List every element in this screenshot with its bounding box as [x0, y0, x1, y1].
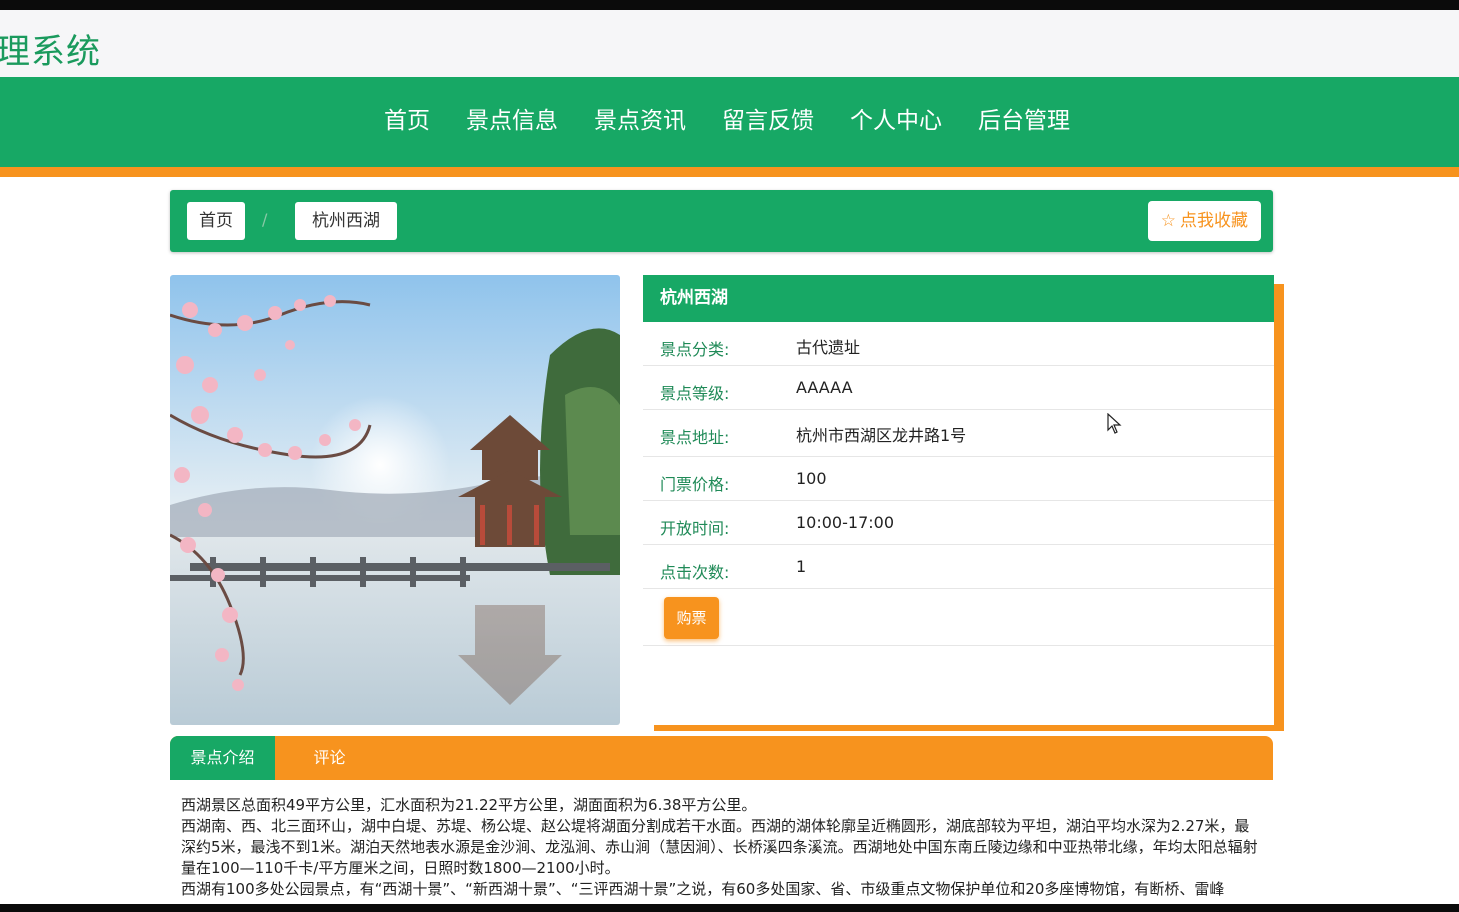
- tab-introduction[interactable]: 景点介绍: [170, 736, 275, 780]
- nav-item-profile[interactable]: 个人中心: [850, 101, 942, 135]
- breadcrumb-home[interactable]: 首页: [187, 202, 245, 240]
- scenic-info-card: 杭州西湖 景点分类: 古代遗址 景点等级: AAAAA 景点地址: 杭州市西湖区…: [643, 275, 1274, 725]
- scenic-title: 杭州西湖: [643, 275, 1274, 322]
- content-tabs: 景点介绍 评论: [170, 736, 1273, 780]
- info-value: 杭州市西湖区龙井路1号: [796, 426, 967, 445]
- buy-row: 购票: [643, 589, 1274, 646]
- site-title: 理系统: [0, 32, 101, 72]
- screen-top-border: [0, 0, 1459, 10]
- nav-item-home[interactable]: 首页: [384, 101, 430, 135]
- nav-accent-stripe: [0, 167, 1459, 177]
- scenic-description: 西湖景区总面积49平方公里，汇水面积为21.22平方公里，湖面面积为6.38平方…: [181, 795, 1261, 900]
- description-paragraph: 西湖南、西、北三面环山，湖中白堤、苏堤、杨公堤、赵公堤将湖面分割成若干水面。西湖…: [181, 817, 1258, 877]
- screen-bottom-border: [0, 904, 1459, 912]
- info-label: 景点地址:: [660, 428, 730, 447]
- scenic-photo: [170, 275, 620, 725]
- breadcrumb-current: 杭州西湖: [295, 202, 397, 240]
- info-label: 景点分类:: [660, 340, 730, 359]
- info-value: 100: [796, 469, 827, 488]
- nav-item-scenic-news[interactable]: 景点资讯: [594, 101, 686, 135]
- info-row-address: 景点地址: 杭州市西湖区龙井路1号: [643, 410, 1274, 457]
- nav-item-admin[interactable]: 后台管理: [978, 101, 1070, 135]
- info-value: 古代遗址: [796, 338, 861, 357]
- nav-item-scenic-info[interactable]: 景点信息: [466, 101, 558, 135]
- info-label: 点击次数:: [660, 563, 730, 582]
- site-header: 理系统: [0, 10, 1459, 77]
- main-nav: 首页 景点信息 景点资讯 留言反馈 个人中心 后台管理: [0, 77, 1459, 167]
- buy-ticket-button[interactable]: 购票: [664, 597, 719, 639]
- breadcrumb-separator: /: [262, 210, 268, 229]
- favorite-button-label: 点我收藏: [1180, 211, 1248, 231]
- info-label: 开放时间:: [660, 519, 730, 538]
- info-label: 门票价格:: [660, 475, 730, 494]
- nav-item-feedback[interactable]: 留言反馈: [722, 101, 814, 135]
- info-value: AAAAA: [796, 378, 853, 397]
- nav-menu: 首页 景点信息 景点资讯 留言反馈 个人中心 后台管理: [384, 101, 1106, 135]
- star-outline-icon: ☆: [1160, 211, 1176, 231]
- info-value: 1: [796, 557, 807, 576]
- info-row-hours: 开放时间: 10:00-17:00: [643, 501, 1274, 545]
- info-label: 景点等级:: [660, 384, 730, 403]
- info-row-price: 门票价格: 100: [643, 457, 1274, 501]
- tab-comments[interactable]: 评论: [282, 736, 377, 780]
- info-row-grade: 景点等级: AAAAA: [643, 366, 1274, 410]
- info-row-category: 景点分类: 古代遗址: [643, 322, 1274, 366]
- info-row-clicks: 点击次数: 1: [643, 545, 1274, 589]
- description-paragraph: 西湖有100多处公园景点，有“西湖十景”、“新西湖十景”、“三评西湖十景”之说，…: [181, 880, 1225, 898]
- info-value: 10:00-17:00: [796, 513, 894, 532]
- mouse-pointer-icon: [1107, 412, 1123, 439]
- description-paragraph: 西湖景区总面积49平方公里，汇水面积为21.22平方公里，湖面面积为6.38平方…: [181, 796, 757, 814]
- breadcrumb: 首页 / 杭州西湖 ☆ 点我收藏: [170, 190, 1273, 252]
- favorite-button[interactable]: ☆ 点我收藏: [1147, 201, 1261, 241]
